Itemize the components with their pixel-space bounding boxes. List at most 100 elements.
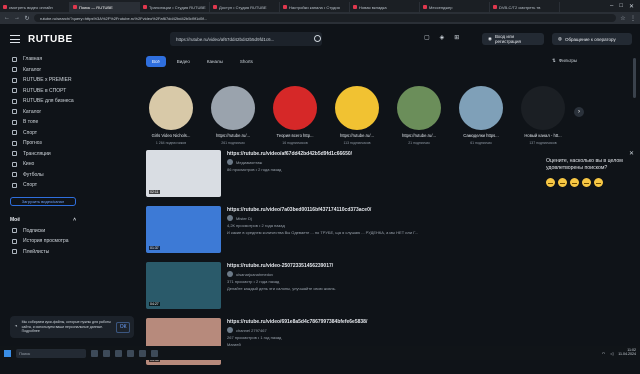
channel-card[interactable]: https://rutube.ru/... 261 подписчик	[208, 86, 258, 145]
telegram-icon[interactable]	[127, 349, 134, 357]
forward-icon[interactable]: →	[14, 15, 20, 21]
sidebar-item[interactable]: История просмотра	[0, 236, 86, 247]
browser-tab[interactable]: DVB-C/T2 смотреть тв	[490, 2, 560, 12]
channel-card[interactable]: https://rutube.ru/... 113 подписчиков	[332, 86, 382, 145]
emoji-good-icon[interactable]	[582, 178, 591, 188]
channel-avatar	[397, 86, 441, 130]
sidebar-item[interactable]: Каталог	[0, 65, 86, 76]
video-title[interactable]: https://rutube.ru/video-2507233514562390…	[227, 263, 557, 269]
reload-icon[interactable]: ↻	[24, 15, 30, 22]
my-section-header[interactable]: Моё ˄	[0, 212, 86, 226]
sidebar-item[interactable]: Кино	[0, 159, 86, 170]
close-icon[interactable]: ✕	[629, 3, 634, 10]
login-button[interactable]: ◉ Вход или регистрация	[482, 33, 544, 45]
browser-tab[interactable]: Мессенджер	[420, 2, 490, 12]
duration-badge: 01:37	[149, 246, 160, 250]
task-view-icon[interactable]	[91, 349, 98, 357]
steam-icon[interactable]	[139, 349, 146, 357]
minimize-icon[interactable]: –	[610, 3, 613, 9]
browser-icon[interactable]	[115, 349, 122, 357]
video-title[interactable]: https://rutube.ru/video/7a03bed00116bf43…	[227, 207, 557, 213]
video-thumbnail[interactable]: 02:11	[146, 150, 221, 197]
channel-name[interactable]: ulsanarjuanahmedov	[236, 272, 273, 277]
sidebar-item[interactable]: Главная	[0, 54, 86, 65]
page-scrollbar[interactable]	[633, 54, 637, 346]
star-icon[interactable]: ☆	[620, 15, 626, 22]
emoji-very-bad-icon[interactable]	[546, 178, 555, 188]
search-icon[interactable]	[314, 35, 321, 42]
maximize-icon[interactable]: □	[619, 3, 623, 9]
sidebar-item[interactable]: Каталог	[0, 107, 86, 118]
sidebar-item[interactable]: Плейлисты	[0, 247, 86, 258]
browser-tab[interactable]: Настройки канала • Студия	[280, 2, 350, 12]
sidebar-item[interactable]: RUTUBE x PREMIER	[0, 75, 86, 86]
video-row[interactable]: 03:35 https://rutube.ru/video/691e8a5d4c…	[146, 318, 546, 372]
video-thumbnail[interactable]: 01:37	[146, 206, 221, 253]
os-taskbar: Поиск ◠ ◁ 11:02 11.04.2024	[0, 346, 640, 360]
sidebar-item[interactable]: Спорт	[0, 128, 86, 139]
sidebar-item[interactable]: RUTUBE для бизнеса	[0, 96, 86, 107]
channel-card[interactable]: Самоделки https... 61 подписчик	[456, 86, 506, 145]
channel-card[interactable]: Теория всего http... 16 подписчиков	[270, 86, 320, 145]
notifications-icon[interactable]: ▢	[424, 34, 430, 41]
video-row[interactable]: 04:27 https://rutube.ru/video-2507233514…	[146, 262, 546, 316]
video-row[interactable]: 02:11 https://rutube.ru/video/af67dd42bd…	[146, 150, 546, 204]
filters-button[interactable]: ⇅ Фильтры	[552, 58, 577, 64]
sidebar-item[interactable]: Футболы	[0, 170, 86, 181]
channel-card[interactable]: Новый канал - htt... 137 подписчиков	[518, 86, 568, 145]
browser-tab[interactable]: Доступ • Студия RUTUBE	[210, 2, 280, 12]
sidebar-item[interactable]: Трансляции	[0, 149, 86, 160]
browser-tab-active[interactable]: Поиск — RUTUBE	[70, 2, 140, 12]
clock[interactable]: 11:02 11.04.2024	[618, 348, 636, 357]
carousel-next-icon[interactable]: ›	[574, 107, 584, 117]
app-icon[interactable]	[151, 349, 158, 357]
video-title[interactable]: https://rutube.ru/video/691e8a5d4c786799…	[227, 319, 557, 325]
channel-card[interactable]: Girls Video Nichols... 1 264 подписчиков	[146, 86, 196, 145]
explorer-icon[interactable]	[103, 349, 110, 357]
cookie-accept-button[interactable]: ОК	[116, 321, 130, 333]
url-field[interactable]: rutube.ru/search/?query=https%3A%2F%2Fru…	[34, 14, 616, 22]
back-icon[interactable]: ←	[4, 15, 10, 21]
sidebar-item[interactable]: Спорт	[0, 180, 86, 191]
menu-dots-icon[interactable]: ⋮	[630, 15, 636, 22]
browser-tab[interactable]: смотреть видео онлайн	[0, 2, 70, 12]
volume-icon[interactable]: ◁	[610, 351, 613, 356]
browser-tab[interactable]: Трансляции • Студия RUTUBE	[140, 2, 210, 12]
hamburger-menu-icon[interactable]	[10, 35, 20, 43]
scrollbar-thumb[interactable]	[633, 58, 636, 98]
channel-card[interactable]: https://rutube.ru/... 21 подписчик	[394, 86, 444, 145]
catalog-icon	[12, 109, 17, 115]
header-icons: ▢ ◈ ⊞	[424, 34, 459, 41]
channel-avatar	[521, 86, 565, 130]
chip-video[interactable]: Видео	[171, 56, 196, 67]
taskbar-search[interactable]: Поиск	[16, 348, 86, 358]
site-logo[interactable]: RUTUBE	[28, 34, 73, 45]
apps-icon[interactable]: ⊞	[454, 34, 459, 41]
chip-channels[interactable]: Каналы	[201, 56, 229, 67]
network-icon[interactable]: ◠	[602, 351, 606, 356]
channel-name[interactable]: Медиамонтаж	[236, 160, 262, 165]
window-controls: – □ ✕	[604, 0, 640, 12]
support-button[interactable]: ◍ Обращение к оператору	[552, 33, 632, 45]
emoji-very-good-icon[interactable]	[594, 178, 603, 188]
emoji-neutral-icon[interactable]	[570, 178, 579, 188]
chip-all[interactable]: Всё	[146, 56, 166, 67]
sidebar-item[interactable]: Прогноз	[0, 138, 86, 149]
start-icon[interactable]	[4, 349, 11, 357]
video-thumbnail[interactable]: 04:27	[146, 262, 221, 309]
chip-shorts[interactable]: Shorts	[234, 56, 259, 67]
video-row[interactable]: 01:37 https://rutube.ru/video/7a03bed001…	[146, 206, 546, 260]
channel-name[interactable]: Mister Dj	[236, 216, 252, 221]
sidebar-item[interactable]: RUTUBE в СПОРТ	[0, 86, 86, 97]
upload-icon[interactable]: ◈	[440, 34, 445, 41]
sidebar-item[interactable]: Подписки	[0, 226, 86, 237]
history-icon	[12, 238, 17, 244]
sidebar-item[interactable]: В топе	[0, 117, 86, 128]
video-title[interactable]: https://rutube.ru/video/af67dd42bd42b5d9…	[227, 151, 352, 157]
channel-name[interactable]: channel 2797467	[236, 328, 267, 333]
video-stats: 4,2К просмотров • 2 года назад	[227, 223, 285, 228]
upload-channel-button[interactable]: Загрузить видео/канал	[10, 196, 76, 206]
emoji-bad-icon[interactable]	[558, 178, 567, 188]
search-input[interactable]: https://rutube.ru/video/af67dd42bd42b5d9…	[170, 32, 322, 46]
browser-tab[interactable]: Новая вкладка	[350, 2, 420, 12]
